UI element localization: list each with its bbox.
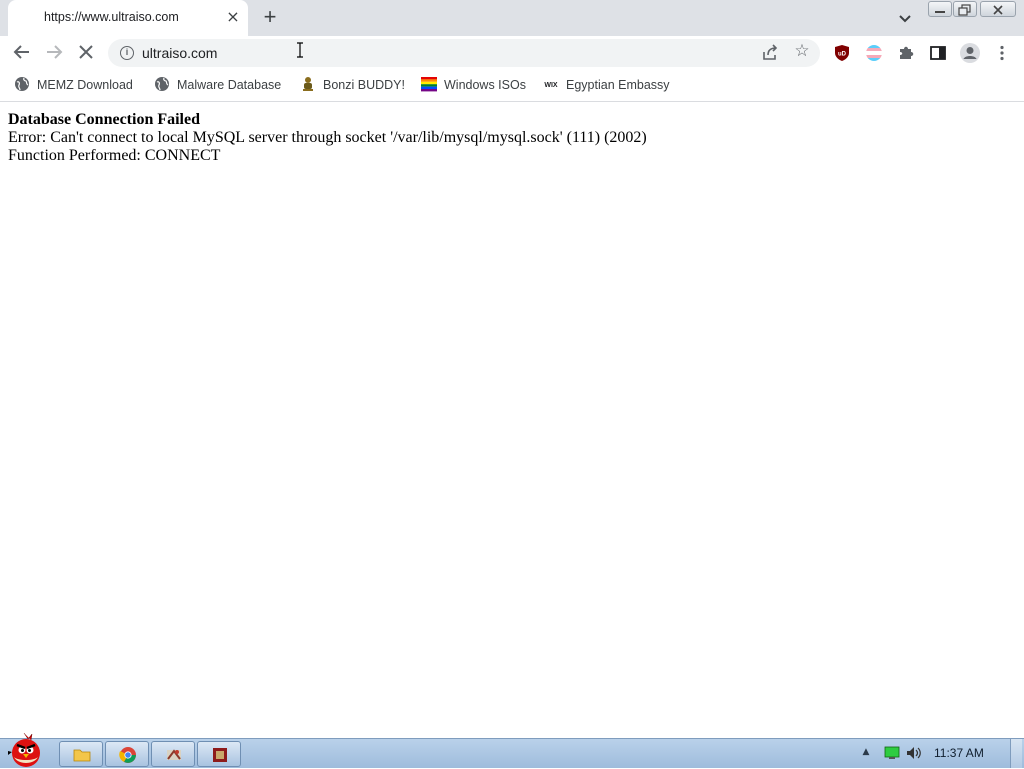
bookmark-star-icon[interactable]: ☆	[792, 41, 812, 61]
stop-button[interactable]	[74, 40, 98, 64]
error-title: Database Connection Failed	[8, 111, 200, 128]
minimize-icon	[935, 11, 945, 13]
close-icon	[993, 5, 1003, 15]
bookmark-label: MEMZ Download	[37, 78, 133, 92]
more-menu-icon[interactable]	[993, 44, 1011, 62]
globe-icon	[15, 77, 29, 91]
show-hidden-icons-button[interactable]: ▲	[860, 747, 872, 759]
tab-search-button[interactable]	[893, 6, 917, 30]
back-button[interactable]	[10, 40, 34, 64]
folder-icon	[73, 749, 91, 762]
start-button-angry-bird-icon[interactable]	[2, 731, 50, 769]
tab-title: https://www.ultraiso.com	[44, 10, 179, 24]
app-icon	[167, 749, 181, 760]
pride-extension-icon[interactable]	[865, 44, 883, 62]
bookmark-bonzi-buddy[interactable]: Bonzi BUDDY!	[300, 76, 405, 94]
error-message: Error: Can't connect to local MySQL serv…	[8, 129, 647, 146]
bookmark-label: Windows ISOs	[444, 78, 526, 92]
address-bar[interactable]: i ultraiso.com ☆	[108, 39, 820, 67]
network-icon[interactable]	[884, 746, 900, 760]
bookmark-egyptian-embassy[interactable]: WIX Egyptian Embassy	[543, 76, 670, 94]
profile-avatar-icon[interactable]	[959, 42, 981, 64]
restore-button[interactable]	[953, 1, 977, 17]
chrome-icon	[119, 747, 136, 763]
bookmark-label: Egyptian Embassy	[566, 78, 670, 92]
arrow-right-icon	[47, 45, 63, 59]
bonzi-icon	[303, 77, 313, 91]
taskbar-explorer-button[interactable]	[59, 741, 103, 767]
forward-button[interactable]	[42, 40, 66, 64]
text-cursor-icon	[297, 42, 303, 58]
volume-icon[interactable]	[906, 746, 924, 760]
rainbow-flag-icon	[421, 77, 437, 92]
svg-text:WIX: WIX	[544, 82, 558, 89]
side-panel-icon[interactable]	[929, 44, 947, 62]
svg-text:uD: uD	[838, 52, 847, 58]
taskbar: ▲ 11:37 AM	[0, 732, 1024, 768]
taskbar-app-button[interactable]	[151, 741, 195, 767]
globe-icon	[155, 77, 169, 91]
taskbar-chrome-button[interactable]	[105, 741, 149, 767]
bookmark-label: Bonzi BUDDY!	[323, 78, 405, 92]
app-icon	[213, 748, 227, 762]
arrow-left-icon	[13, 45, 29, 59]
tab-strip: https://www.ultraiso.com × +	[0, 0, 1024, 36]
bookmark-malware-database[interactable]: Malware Database	[154, 76, 281, 94]
bookmark-windows-isos[interactable]: Windows ISOs	[421, 76, 526, 94]
bookmark-label: Malware Database	[177, 78, 282, 92]
close-window-button[interactable]	[980, 1, 1016, 17]
show-desktop-button[interactable]	[1010, 739, 1022, 768]
page-content: Database Connection Failed Error: Can't …	[0, 103, 1024, 738]
extensions-puzzle-icon[interactable]	[897, 44, 915, 62]
chevron-down-icon	[899, 15, 911, 23]
ublock-origin-icon[interactable]: uD	[833, 44, 851, 62]
new-tab-button[interactable]: +	[258, 6, 282, 30]
url-text[interactable]: ultraiso.com	[142, 45, 217, 61]
browser-toolbar: i ultraiso.com ☆ uD	[0, 36, 1024, 68]
taskbar-app-button[interactable]	[197, 741, 241, 767]
function-performed: Function Performed: CONNECT	[8, 147, 221, 164]
bookmarks-bar: MEMZ Download Malware Database Bonzi BUD…	[0, 68, 1024, 102]
minimize-button[interactable]	[928, 1, 952, 17]
share-icon[interactable]	[760, 43, 780, 63]
active-tab[interactable]: https://www.ultraiso.com ×	[8, 0, 248, 36]
bookmark-memz-download[interactable]: MEMZ Download	[14, 76, 133, 94]
tab-close-button[interactable]: ×	[225, 8, 241, 26]
wix-icon: WIX	[544, 82, 558, 89]
close-icon	[79, 45, 93, 59]
info-icon[interactable]: i	[120, 46, 134, 60]
taskbar-clock[interactable]: 11:37 AM	[934, 746, 984, 760]
restore-icon	[958, 4, 971, 16]
